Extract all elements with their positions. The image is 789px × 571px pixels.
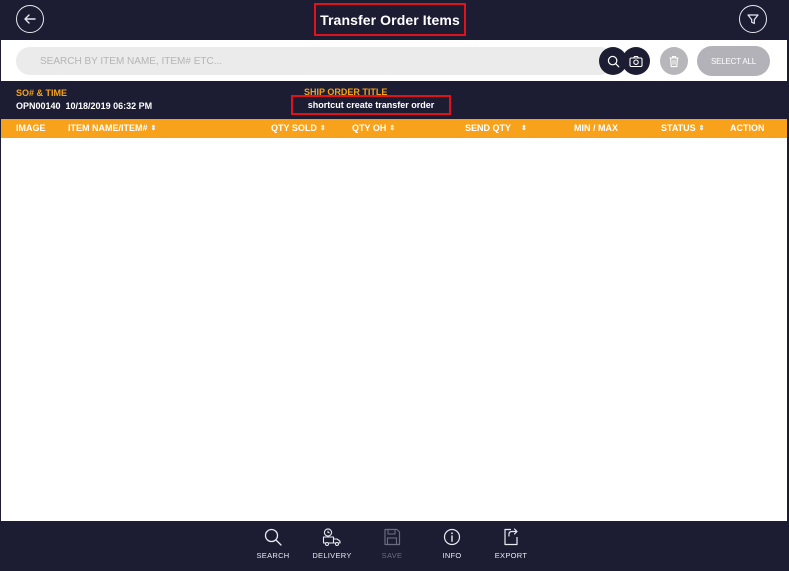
column-send-qty[interactable]: SEND QTY ⇕ <box>465 119 527 138</box>
search-field <box>16 47 627 75</box>
sort-icon: ⇕ <box>698 125 705 132</box>
column-status[interactable]: STATUS ⇕ <box>661 119 705 138</box>
column-action-label: ACTION <box>730 123 765 133</box>
footer-export-button[interactable]: EXPORT <box>481 527 541 567</box>
column-send-qty-label: SEND QTY <box>465 123 512 133</box>
footer-info-button[interactable]: INFO <box>422 527 482 567</box>
export-icon <box>504 528 518 546</box>
search-input[interactable] <box>40 47 580 75</box>
search-toolbar: SELECT ALL <box>1 40 787 81</box>
camera-scan-button[interactable] <box>622 47 650 75</box>
footer-delivery-button[interactable]: DELIVERY <box>302 527 362 567</box>
footer-search-button[interactable]: SEARCH <box>243 527 303 567</box>
footer-export-label: EXPORT <box>494 551 528 560</box>
page-title-box: Transfer Order Items <box>314 3 466 36</box>
sort-icon: ⇕ <box>521 125 527 132</box>
bottom-toolbar: SEARCH DELIVERY SAVE INFO EXPORT <box>0 521 789 571</box>
trash-icon <box>669 55 679 67</box>
items-table-body <box>1 138 787 521</box>
sort-icon: ⇕ <box>389 125 396 132</box>
search-icon <box>264 528 282 546</box>
search-icon <box>607 55 619 67</box>
filter-icon <box>747 14 759 25</box>
camera-icon <box>629 55 643 67</box>
footer-delivery-label: DELIVERY <box>312 551 352 560</box>
column-image: IMAGE <box>16 119 46 138</box>
back-button[interactable] <box>16 5 44 33</box>
table-header: IMAGE ITEM NAME/ITEM# ⇕ QTY SOLD ⇕ QTY OH ⇕… <box>1 119 787 138</box>
page-title: Transfer Order Items <box>320 11 460 28</box>
column-qty-sold-label: QTY SOLD <box>271 123 317 133</box>
footer-save-button[interactable]: SAVE <box>362 527 422 567</box>
so-label: SO# & TIME <box>16 88 68 98</box>
order-info-bar: SO# & TIME OPN00140 10/18/2019 06:32 PM … <box>1 81 787 119</box>
column-min-max: MIN / MAX <box>574 119 618 138</box>
column-action: ACTION <box>730 119 765 138</box>
column-min-max-label: MIN / MAX <box>574 123 618 133</box>
delivery-truck-icon <box>322 528 341 546</box>
column-qty-oh[interactable]: QTY OH ⇕ <box>352 119 395 138</box>
column-status-label: STATUS <box>661 123 696 133</box>
footer-search-label: SEARCH <box>256 551 290 560</box>
top-bar: Transfer Order Items <box>0 0 789 40</box>
ship-order-title-value: shortcut create transfer order <box>307 100 435 110</box>
sort-icon: ⇕ <box>150 125 157 132</box>
so-value: OPN00140 10/18/2019 06:32 PM <box>16 101 153 111</box>
filter-button[interactable] <box>739 5 767 33</box>
column-item-name-label: ITEM NAME/ITEM# <box>68 123 148 133</box>
save-icon <box>384 528 401 546</box>
footer-save-label: SAVE <box>381 551 403 560</box>
delete-button[interactable] <box>660 47 688 75</box>
arrow-left-icon <box>24 14 36 24</box>
select-all-button[interactable]: SELECT ALL <box>697 46 770 76</box>
info-icon <box>443 528 461 546</box>
column-qty-sold[interactable]: QTY SOLD ⇕ <box>271 119 326 138</box>
column-image-label: IMAGE <box>16 123 46 133</box>
column-item-name[interactable]: ITEM NAME/ITEM# ⇕ <box>68 119 156 138</box>
column-qty-oh-label: QTY OH <box>352 123 387 133</box>
app-frame: Transfer Order Items SEARCH BY ITEM NAME… <box>0 0 789 571</box>
ship-order-title-box: shortcut create transfer order <box>291 95 451 115</box>
footer-info-label: INFO <box>442 551 462 560</box>
sort-icon: ⇕ <box>319 125 326 132</box>
